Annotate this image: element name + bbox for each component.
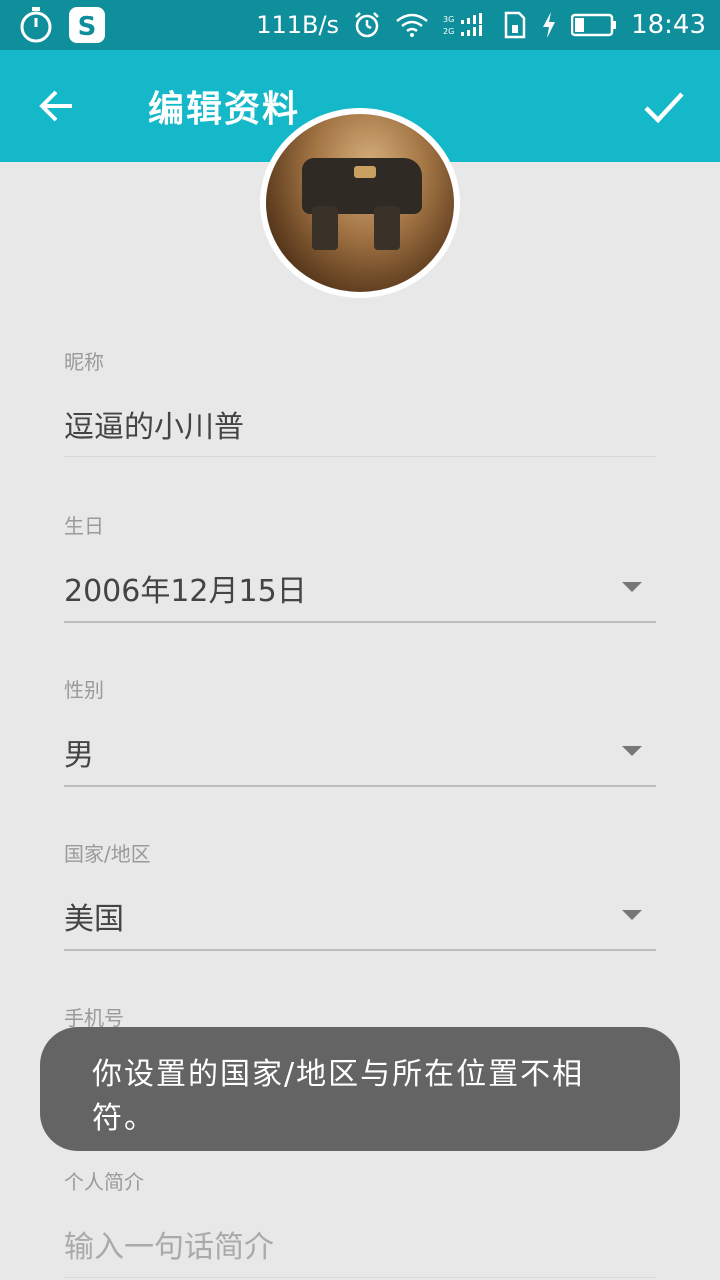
dropdown-arrow-icon[interactable]: [622, 582, 642, 592]
net-speed: 111B/s: [256, 11, 340, 39]
wifi-icon: [395, 12, 429, 38]
divider: [64, 621, 656, 623]
bio-field[interactable]: 个人简介 输入一句话简介: [64, 1166, 656, 1280]
bio-label: 个人简介: [64, 1170, 144, 1194]
nickname-label: 昵称: [64, 350, 104, 374]
toast-message: 你设置的国家/地区与所在位置不相符。: [40, 1027, 680, 1151]
timer-icon: [18, 6, 54, 44]
status-bar: S 111B/s 3G 2G 18:43: [0, 0, 720, 50]
divider: [64, 949, 656, 951]
birthday-label: 生日: [64, 514, 104, 538]
battery-fill: [575, 18, 585, 32]
birthday-value[interactable]: 2006年12月15日: [64, 566, 307, 610]
birthday-field[interactable]: 生日 2006年12月15日: [64, 510, 656, 624]
charging-icon: [541, 11, 557, 39]
nickname-input[interactable]: 逗逼的小川普: [64, 402, 244, 446]
avatar[interactable]: [260, 108, 460, 298]
check-icon: [644, 92, 684, 124]
dropdown-arrow-icon[interactable]: [622, 746, 642, 756]
svg-text:S: S: [78, 12, 97, 42]
save-button[interactable]: [638, 80, 690, 132]
clock: 18:43: [631, 10, 706, 40]
signal-icon: 3G 2G: [443, 12, 489, 38]
battery-icon: [571, 13, 617, 37]
gender-value[interactable]: 男: [64, 730, 94, 774]
divider: [64, 456, 656, 457]
sogou-icon: S: [68, 6, 106, 44]
divider: [64, 785, 656, 787]
gender-field[interactable]: 性别 男: [64, 674, 656, 788]
bio-input[interactable]: 输入一句话简介: [64, 1222, 274, 1266]
region-field[interactable]: 国家/地区 美国: [64, 838, 656, 952]
gender-label: 性别: [64, 678, 104, 702]
page-title: 编辑资料: [148, 89, 301, 130]
avatar-image: [266, 114, 454, 292]
region-label: 国家/地区: [64, 842, 151, 866]
signal-2g-label: 2G: [443, 27, 454, 36]
nickname-field[interactable]: 昵称 逗逼的小川普: [64, 346, 656, 458]
signal-3g-label: 3G: [443, 15, 454, 24]
alarm-icon: [353, 11, 381, 39]
region-value[interactable]: 美国: [64, 894, 124, 938]
dropdown-arrow-icon[interactable]: [622, 910, 642, 920]
back-button[interactable]: [30, 80, 82, 132]
arrow-left-icon: [39, 90, 72, 122]
sim-icon: [503, 11, 527, 39]
divider: [64, 1277, 656, 1278]
